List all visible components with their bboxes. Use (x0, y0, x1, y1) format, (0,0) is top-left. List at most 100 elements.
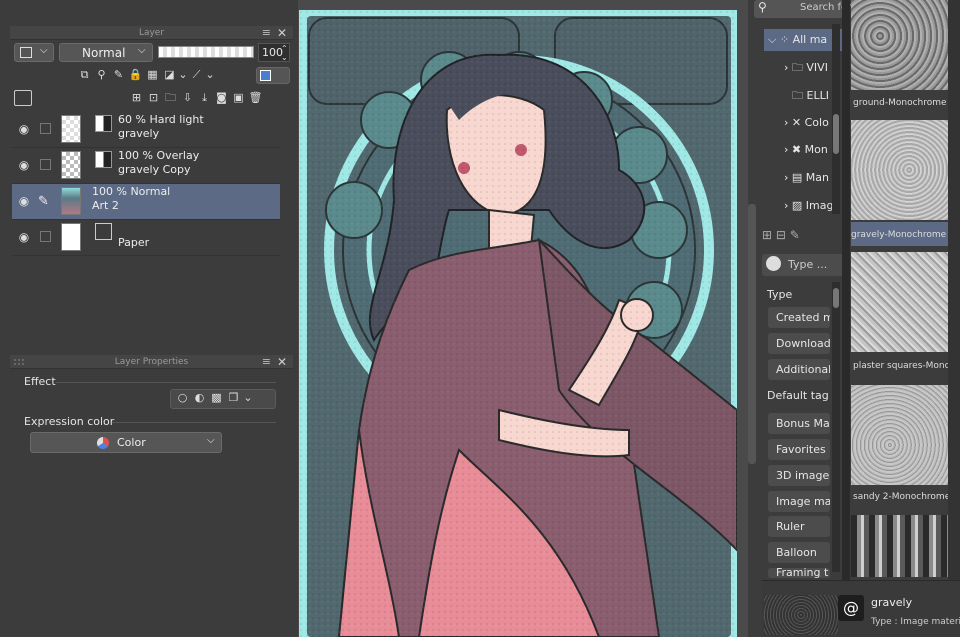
left-scrollbar[interactable] (748, 204, 756, 464)
material-thumbnail[interactable] (851, 0, 948, 90)
layer-color-dropdown[interactable]: ⌵ (14, 43, 54, 62)
chevron-down-icon: ⌵ (40, 45, 48, 56)
layer-checkbox[interactable] (40, 123, 51, 134)
opacity-slider[interactable] (158, 46, 254, 58)
layer-checkbox[interactable] (40, 231, 51, 242)
layer-panel-titlebar[interactable]: Layer ≡ ✕ (10, 26, 293, 40)
tag-3d-image[interactable]: 3D image (768, 465, 830, 486)
border-effect-icon[interactable]: ○ (174, 390, 191, 405)
search-icon (766, 256, 781, 271)
layer-color-effect-icon[interactable]: ❐ (225, 390, 242, 405)
tree-item[interactable]: › ▤ Man (784, 167, 829, 189)
lock-icon[interactable]: 🔒 (127, 67, 144, 82)
material-thumbnail[interactable] (851, 385, 948, 485)
edit-icon[interactable]: ✎ (790, 228, 800, 242)
chevron-down-icon[interactable]: ⌄ (178, 67, 188, 82)
layer-panel-title: Layer (10, 26, 293, 40)
expression-color-dropdown[interactable]: Color ⌵ (30, 432, 222, 453)
tag-bonus-materials[interactable]: Bonus Mate (768, 413, 830, 434)
material-detail: @ gravely Type : Image material (762, 580, 960, 637)
tree-item[interactable]: › 🗀 VIVI (784, 57, 828, 79)
new-raster-layer-icon[interactable]: ⊞ (128, 90, 145, 105)
layer-thumbnail (61, 223, 81, 251)
tree-tool-row: ⊞ ⊟ ✎ (762, 228, 842, 244)
lock-transparency-icon[interactable]: ▦ (144, 67, 161, 82)
material-scrollbar[interactable] (948, 0, 960, 580)
draft-icon[interactable]: ✎ (110, 67, 127, 82)
material-thumbnail[interactable] (851, 252, 948, 352)
close-icon[interactable]: ✕ (277, 26, 287, 40)
eye-icon[interactable]: ◉ (16, 194, 32, 210)
new-vector-layer-icon[interactable]: ⊡ (145, 90, 162, 105)
scroll-thumb[interactable] (833, 288, 839, 308)
close-icon[interactable]: ✕ (277, 355, 287, 369)
material-label-selected[interactable]: gravely-Monochrome (851, 222, 948, 246)
mask-enable-icon[interactable]: ◪ (161, 67, 178, 82)
opacity-input[interactable]: 100 ⌃ ⌄ (258, 43, 290, 62)
delete-folder-icon[interactable]: ⊟ (776, 228, 786, 242)
chevron-down-icon[interactable]: ⌄ (205, 67, 215, 82)
tree-label: Imag (805, 199, 834, 212)
paper-icon (95, 223, 112, 240)
stepper-icon[interactable]: ⌃ ⌄ (281, 44, 288, 62)
search-icon: ⚲ (758, 0, 767, 14)
type-search[interactable]: Type ... (762, 254, 844, 276)
layer-row[interactable]: ◉ 60 % Hard light gravely (12, 112, 280, 148)
tag-additional[interactable]: Additional r (768, 359, 830, 380)
properties-titlebar[interactable]: Layer Properties ≡ ✕ (10, 355, 293, 369)
eye-icon[interactable]: ◉ (16, 158, 32, 174)
create-mask-icon[interactable]: ◙ (213, 90, 230, 105)
chevron-down-icon[interactable]: ⌄ (242, 390, 254, 405)
layer-row-selected[interactable]: ◉ ✎ 100 % Normal Art 2 (12, 184, 280, 220)
eye-icon[interactable]: ◉ (16, 230, 32, 246)
new-folder-icon[interactable]: ⊞ (762, 228, 772, 242)
material-thumbnail[interactable] (851, 120, 948, 220)
artwork-canvas[interactable] (299, 10, 737, 637)
eye-icon[interactable]: ◉ (16, 122, 32, 138)
layer-blend: 60 % Hard light (118, 113, 204, 126)
layer-checkbox[interactable] (40, 159, 51, 170)
blend-mode-dropdown[interactable]: Normal ⌵ (59, 43, 153, 62)
type-label: Type (767, 288, 793, 301)
tag-favorites[interactable]: Favorites (768, 439, 830, 460)
apply-mask-icon[interactable]: ▣ (230, 90, 247, 105)
tree-scrollbar[interactable] (832, 24, 840, 214)
layer-list-icon[interactable] (14, 90, 32, 106)
layer-mask-thumbnail (95, 115, 112, 132)
tag-image-material[interactable]: Image mat (768, 491, 830, 512)
tag-created-materials[interactable]: Created ma (768, 307, 830, 328)
halftone-icon[interactable]: ▩ (208, 390, 225, 405)
tag-balloon[interactable]: Balloon (768, 542, 830, 563)
panel-menu-icon[interactable]: ≡ (262, 355, 271, 369)
tree-label: VIVI (806, 61, 828, 74)
clip-icon[interactable]: ⧉ (76, 67, 93, 82)
tree-item[interactable]: › ▨ Imag (784, 195, 833, 217)
new-folder-icon[interactable]: 🗀 (162, 90, 179, 105)
material-search[interactable]: ⚲ Search for m (754, 0, 864, 18)
tag-download[interactable]: Download (768, 333, 830, 354)
panel-menu-icon[interactable]: ≡ (262, 26, 271, 40)
layer-title: gravely (118, 127, 160, 140)
ruler-icon[interactable]: ⟋ (188, 67, 205, 82)
grip-icon[interactable] (14, 359, 24, 365)
tree-item[interactable]: › ✖ Mon (784, 139, 828, 161)
material-label: plaster squares-Monoc (853, 361, 948, 371)
material-thumbnail[interactable] (851, 515, 948, 577)
tree-item[interactable]: 🗀 ELLI (792, 85, 829, 107)
tree-label: Colo (804, 116, 829, 129)
layer-row[interactable]: ◉ Paper (12, 220, 280, 256)
tree-item[interactable]: › ✕ Colo (784, 112, 829, 134)
layer-row[interactable]: ◉ 100 % Overlay gravely Copy (12, 148, 280, 184)
delete-layer-icon[interactable]: 🗑 (247, 90, 264, 105)
scroll-thumb[interactable] (833, 114, 839, 154)
reference-icon[interactable]: ⚲ (93, 67, 110, 82)
tag-scrollbar[interactable] (832, 282, 840, 572)
transfer-down-icon[interactable]: ⇩ (179, 90, 196, 105)
layer-thumbnail (61, 151, 81, 179)
tag-ruler[interactable]: Ruler (768, 516, 830, 537)
layer-color-picker[interactable] (256, 67, 290, 84)
merge-down-icon[interactable]: ⤓ (196, 90, 213, 105)
tag-framing[interactable]: Framing t (768, 568, 830, 578)
layer-blend: 100 % Overlay (118, 149, 200, 162)
tone-effect-icon[interactable]: ◐ (191, 390, 208, 405)
